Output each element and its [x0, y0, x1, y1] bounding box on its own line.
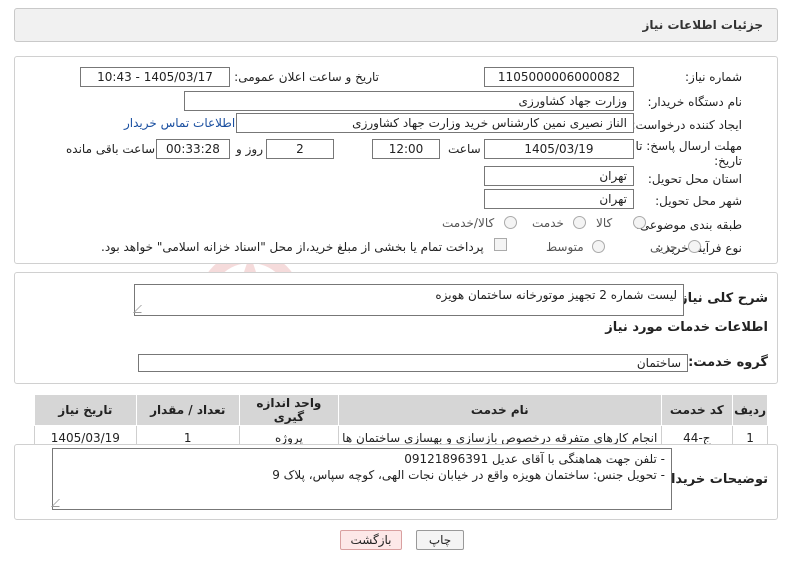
col-service-name: نام خدمت	[338, 394, 662, 426]
province-label: استان محل تحویل:	[647, 172, 742, 186]
buyer-notes-line-2: - تحویل جنس: ساختمان هویزه واقع در خیابا…	[272, 468, 665, 482]
category-option-goods-service: کالا/خدمت	[442, 216, 495, 230]
need-number-label: شماره نیاز:	[685, 70, 742, 84]
summary-text: لیست شماره 2 تجهیز موتورخانه ساختمان هوی…	[133, 284, 684, 316]
province-field: تهران	[484, 166, 634, 186]
city-field: تهران	[484, 189, 634, 209]
buyer-notes-line-1: - تلفن جهت هماهنگی با آقای عدیل 09121896…	[404, 452, 665, 466]
buyer-org-field: وزارت جهاد کشاورزی	[184, 91, 634, 111]
services-section-title: اطلاعات خدمات مورد نیاز	[605, 320, 768, 335]
table-header-row: ردیف کد خدمت نام خدمت واحد اندازه گیری ت…	[34, 394, 768, 426]
city-label: شهر محل تحویل:	[655, 194, 742, 208]
category-radio-service[interactable]	[573, 216, 586, 229]
deadline-time-field: 12:00	[372, 139, 440, 159]
back-button[interactable]: بازگشت	[340, 530, 402, 550]
deadline-label: مهلت ارسال پاسخ: تا تاریخ:	[635, 139, 742, 168]
time-label: ساعت	[448, 142, 481, 156]
col-row-number: ردیف	[732, 394, 768, 426]
col-service-code: کد خدمت	[660, 394, 734, 426]
process-radio-minor[interactable]	[688, 240, 701, 253]
category-option-service: خدمت	[532, 216, 564, 230]
page-title: جزئیات اطلاعات نیاز	[642, 18, 763, 32]
process-option-medium: متوسط	[546, 240, 584, 254]
treasury-payment-text: پرداخت تمام یا بخشی از مبلغ خرید،از محل …	[101, 240, 484, 254]
summary-text-content: لیست شماره 2 تجهیز موتورخانه ساختمان هوی…	[435, 288, 677, 302]
announce-datetime-field: 1405/03/17 - 10:43	[80, 67, 230, 87]
process-radio-medium[interactable]	[592, 240, 605, 253]
need-number-field: 1105000006000082	[484, 67, 634, 87]
buyer-notes-label: توضیحات خریدار:	[658, 472, 768, 487]
service-group-field: ساختمان	[138, 354, 688, 372]
creator-label: ایجاد کننده درخواست:	[631, 118, 742, 132]
category-label: طبقه بندی موضوعی:	[635, 218, 742, 232]
services-table: ردیف کد خدمت نام خدمت واحد اندازه گیری ت…	[34, 394, 768, 450]
buyer-notes-text: - تلفن جهت هماهنگی با آقای عدیل 09121896…	[51, 448, 672, 510]
deadline-date-field: 1405/03/19	[484, 139, 634, 159]
time-remaining-field: 00:33:28	[156, 139, 230, 159]
print-button[interactable]: چاپ	[416, 530, 464, 550]
col-quantity: تعداد / مقدار	[135, 394, 240, 426]
service-group-label: گروه خدمت:	[688, 355, 768, 370]
creator-field: الناز نصیری نمین کارشناس خرید وزارت جهاد…	[236, 113, 634, 133]
header-panel: جزئیات اطلاعات نیاز	[14, 8, 778, 42]
days-label: روز و	[236, 142, 263, 156]
category-radio-goods[interactable]	[633, 216, 646, 229]
resize-handle-icon[interactable]	[133, 305, 149, 313]
col-need-date: تاریخ نیاز	[34, 394, 137, 426]
category-option-goods: کالا	[596, 216, 613, 230]
col-unit: واحد اندازه گیری	[238, 394, 340, 426]
category-radio-goods-service[interactable]	[504, 216, 517, 229]
summary-label: شرح کلی نیاز:	[674, 291, 768, 306]
process-option-minor: جزیی	[650, 240, 678, 254]
time-remaining-label: ساعت باقی مانده	[66, 142, 156, 156]
buyer-org-label: نام دستگاه خریدار:	[647, 95, 743, 109]
contact-info-link[interactable]: اطلاعات تماس خریدار	[124, 116, 235, 130]
announce-label: تاریخ و ساعت اعلان عمومی:	[234, 70, 379, 84]
days-remaining-field: 2	[266, 139, 334, 159]
treasury-payment-checkbox[interactable]	[494, 238, 507, 251]
resize-handle-icon[interactable]	[51, 499, 67, 507]
